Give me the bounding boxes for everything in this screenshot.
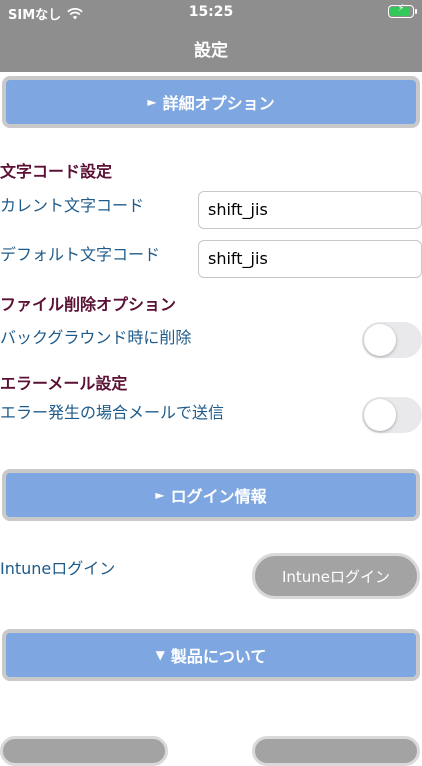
about-section-button[interactable]: ▼ 製品について [2, 629, 420, 681]
default-charset-label: デフォルト文字コード [0, 245, 161, 264]
page-title: 設定 [194, 41, 228, 61]
expand-arrow-icon: ► [147, 95, 157, 109]
current-charset-label: カレント文字コード [0, 196, 145, 215]
file-delete-heading: ファイル削除オプション [0, 295, 177, 314]
current-charset-field[interactable]: shift_jis [198, 191, 422, 229]
status-bar: SIMなし 15:25 ⚡ [0, 0, 422, 24]
about-section-label: 製品について [170, 647, 267, 666]
intune-login-button[interactable]: Intuneログイン [252, 553, 420, 599]
collapse-arrow-icon: ▼ [155, 648, 165, 662]
default-charset-field[interactable]: shift_jis [198, 240, 422, 278]
login-section-label: ログイン情報 [170, 487, 267, 506]
login-section-button[interactable]: ► ログイン情報 [2, 469, 420, 521]
navigation-bar: SIMなし 15:25 ⚡ 設定 [0, 0, 422, 72]
expand-arrow-icon: ► [155, 488, 165, 502]
error-mail-toggle[interactable] [362, 397, 422, 433]
toggle-knob [364, 324, 396, 356]
status-time: 15:25 [188, 4, 234, 20]
battery-icon: ⚡ [388, 3, 417, 18]
background-delete-toggle[interactable] [362, 322, 422, 358]
bottom-right-button[interactable] [252, 736, 420, 766]
background-delete-label: バックグラウンド時に削除 [0, 328, 192, 347]
intune-label: Intuneログイン [0, 559, 116, 578]
details-section-button[interactable]: ► 詳細オプション [2, 76, 420, 128]
toggle-knob [364, 399, 396, 431]
charset-heading: 文字コード設定 [0, 162, 113, 181]
error-mail-label: エラー発生の場合メールで送信 [0, 403, 225, 422]
details-section-label: 詳細オプション [162, 94, 275, 113]
bottom-left-button[interactable] [0, 736, 168, 766]
error-mail-heading: エラーメール設定 [0, 374, 128, 393]
